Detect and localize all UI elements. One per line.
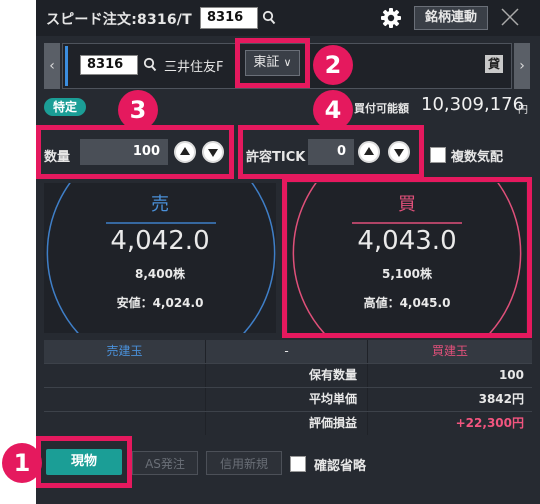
row-label: 評価損益: [206, 412, 368, 435]
symbol-accent: [65, 46, 68, 86]
gear-icon[interactable]: [380, 7, 402, 29]
confirm-skip-label: 確認省略: [314, 459, 367, 474]
confirm-skip-checkbox[interactable]: [290, 456, 306, 472]
buy-volume: 5,100株: [382, 267, 432, 281]
row-label: 平均単価: [206, 388, 368, 411]
quantity-down-button[interactable]: [202, 141, 224, 163]
sell-label: 売: [151, 194, 169, 215]
buying-power-value: 10,309,176: [421, 94, 525, 115]
table-header-row: 売建玉 - 買建玉: [44, 340, 532, 363]
callout-4: 4: [313, 90, 353, 130]
tick-label: 許容TICK: [246, 150, 306, 165]
quantity-input[interactable]: 100: [80, 139, 168, 165]
quantity-up-button[interactable]: [174, 141, 196, 163]
cash-button[interactable]: 現物: [46, 449, 122, 475]
sell-price[interactable]: 4,042.0: [44, 226, 276, 256]
tick-down-button[interactable]: [388, 141, 410, 163]
as-order-button[interactable]: AS発注: [132, 451, 198, 475]
mid-header: -: [206, 340, 368, 363]
tick-input[interactable]: 0: [308, 139, 354, 165]
symbol-name: 三井住友F: [164, 60, 224, 75]
account-type-badge: 特定: [44, 98, 86, 116]
sell-low: 安値：4,024.0: [116, 296, 204, 310]
quantity-label: 数量: [44, 150, 71, 165]
market-select[interactable]: 東証 ∨: [245, 50, 300, 76]
market-label: 東証: [253, 55, 280, 70]
brand-link-button[interactable]: 銘柄連動: [414, 6, 488, 30]
row-value: 100: [498, 368, 524, 382]
sell-position-header: 売建玉: [44, 340, 206, 363]
multi-quote-label: 複数気配: [451, 150, 504, 165]
search-icon[interactable]: [262, 10, 276, 26]
buying-power-unit: 円: [518, 105, 528, 116]
table-row: 評価損益 +22,300円: [44, 412, 532, 435]
row-value-pnl: +22,300円: [455, 416, 524, 430]
tick-up-button[interactable]: [358, 141, 380, 163]
row-label: 保有数量: [206, 364, 368, 387]
code-input[interactable]: 8316: [200, 7, 258, 29]
callout-1: 1: [2, 443, 42, 483]
close-icon[interactable]: [500, 7, 520, 27]
window-title: スピード注文:8316/T: [46, 12, 192, 28]
buy-label: 買: [398, 194, 416, 215]
callout-3: 3: [118, 90, 158, 130]
buy-high: 高値：4,045.0: [363, 296, 451, 310]
buy-price[interactable]: 4,043.0: [288, 226, 526, 256]
callout-2: 2: [313, 45, 353, 85]
table-row: 平均単価 3842円: [44, 388, 532, 411]
lend-badge: 貸: [485, 55, 503, 73]
margin-new-button[interactable]: 信用新規: [206, 451, 282, 475]
symbol-code-input[interactable]: 8316: [80, 55, 138, 75]
next-symbol-button[interactable]: ›: [514, 43, 530, 89]
row-value: 3842円: [478, 392, 524, 406]
sell-volume: 8,400株: [135, 267, 185, 281]
multi-quote-checkbox[interactable]: [430, 147, 446, 163]
table-row: 保有数量 100: [44, 364, 532, 387]
prev-symbol-button[interactable]: ‹: [44, 43, 60, 89]
chevron-down-icon: ∨: [283, 56, 292, 69]
symbol-search-icon[interactable]: [143, 57, 157, 73]
buying-power-label: 買付可能額: [354, 102, 409, 115]
buy-position-header: 買建玉: [431, 344, 468, 358]
